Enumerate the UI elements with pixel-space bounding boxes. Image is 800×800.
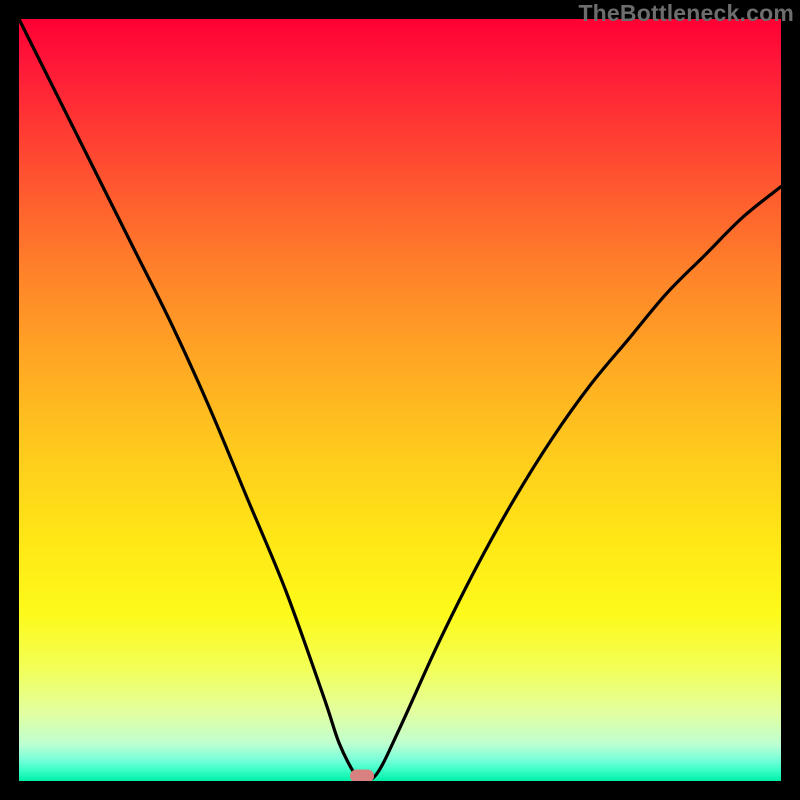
bottleneck-curve bbox=[19, 19, 781, 781]
optimal-marker bbox=[350, 769, 374, 781]
plot-area bbox=[19, 19, 781, 781]
watermark-text: TheBottleneck.com bbox=[578, 0, 794, 27]
chart-frame: TheBottleneck.com bbox=[0, 0, 800, 800]
